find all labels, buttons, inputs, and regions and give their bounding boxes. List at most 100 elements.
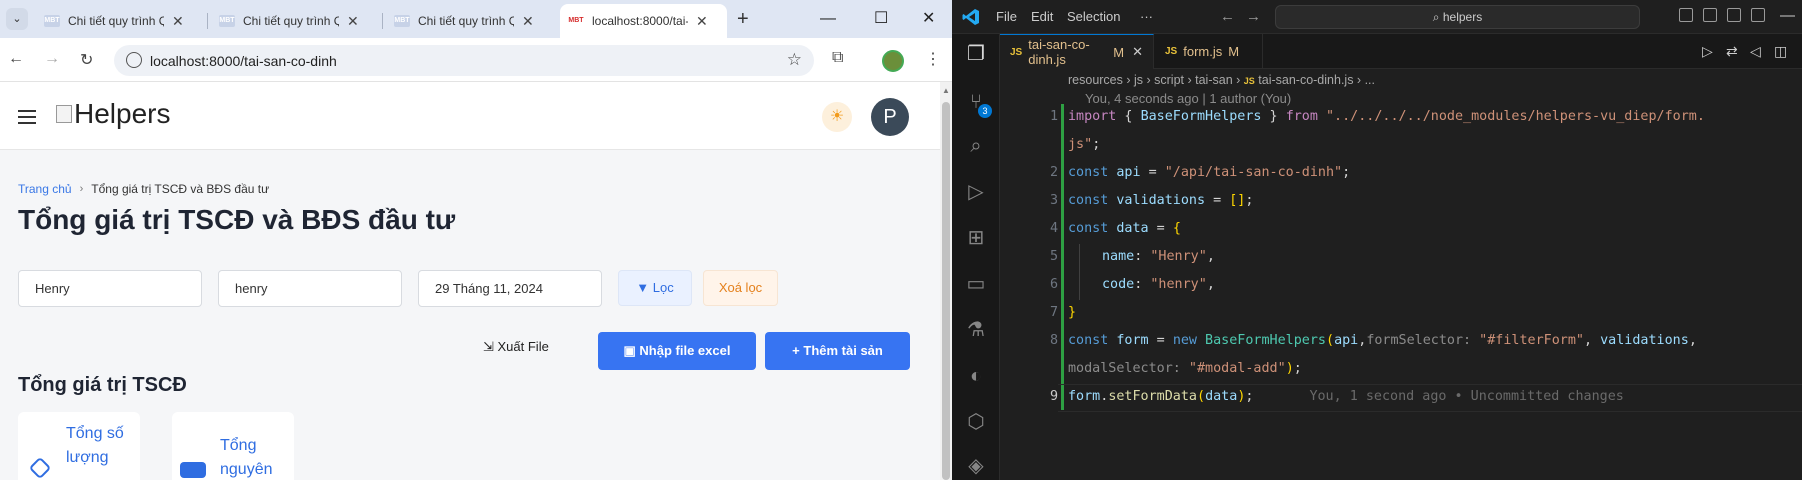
command-center-search[interactable]: ⌕ helpers (1275, 5, 1640, 29)
browser-window: ⌄ MBT Chi tiết quy trình Q ✕ MBT Chi tiế… (0, 0, 952, 480)
crumb-folder[interactable]: script (1154, 73, 1184, 87)
code-editor[interactable]: 1 2 3 4 5 6 7 8 9 import { BaseFormHelpe… (1000, 104, 1802, 480)
theme-toggle-sun-icon[interactable]: ☀ (822, 102, 852, 132)
cube-extension-icon[interactable]: ⬡ (964, 410, 988, 434)
close-tab-icon[interactable]: ✕ (347, 13, 359, 30)
mbt-favicon-icon: MBT (394, 15, 410, 27)
code-line-4[interactable]: const data = { (1068, 221, 1181, 236)
browser-tab[interactable]: MBT Chi tiết quy trình Q ✕ (36, 4, 192, 38)
new-tab-plus-icon[interactable]: + (737, 8, 749, 30)
line-number: 6 (1049, 277, 1058, 292)
filter-button[interactable]: ▼ Lọc (618, 270, 692, 306)
close-tab-icon[interactable]: ✕ (1132, 44, 1143, 60)
code-line-7[interactable]: } (1068, 305, 1076, 320)
close-tab-icon[interactable]: ✕ (522, 13, 534, 30)
site-info-icon[interactable] (126, 52, 142, 68)
js-file-icon: JS (1010, 46, 1023, 58)
date-filter-input[interactable]: 29 Tháng 11, 2024 (418, 270, 602, 307)
browser-tab[interactable]: MBT Chi tiết quy trình Q ✕ (386, 4, 542, 38)
activity-bar: ❐ ⑂ 3 ⌕ ▷ ⊞ ▭ ⚗ ◐ ⬡ ◈ (952, 34, 1000, 480)
extensions-icon[interactable]: ⊞ (964, 226, 988, 250)
browser-tab-active[interactable]: MBT localhost:8000/tai-s ✕ (560, 4, 727, 38)
chevron-right-icon: › (79, 183, 84, 195)
run-debug-icon[interactable]: ▷ (964, 180, 988, 204)
crumb-symbol[interactable]: ... (1365, 73, 1375, 87)
crumb-folder[interactable]: tai-san (1195, 73, 1233, 87)
breadcrumb-current: Tổng giá trị TSCĐ và BĐS đầu tư (91, 182, 270, 196)
explorer-files-icon[interactable]: ❐ (964, 42, 988, 66)
nav-back-arrow-icon[interactable]: ← (1220, 8, 1235, 25)
code-line-9[interactable]: form.setFormData(data); You, 1 second ago… (1068, 389, 1624, 404)
code-line-2[interactable]: const api = "/api/tai-san-co-dinh"; (1068, 165, 1350, 180)
nav-forward-arrow-icon[interactable]: → (1246, 8, 1261, 25)
open-changes-icon[interactable]: ◁ (1750, 43, 1761, 60)
minimize-icon[interactable]: — (820, 8, 836, 30)
hamburger-menu-icon[interactable] (18, 110, 36, 124)
breadcrumb-home-link[interactable]: Trang chủ (18, 182, 72, 196)
git-change-indicator[interactable] (1061, 104, 1064, 410)
menu-more[interactable]: ··· (1140, 9, 1153, 24)
code-line-3[interactable]: const validations = []; (1068, 193, 1253, 208)
menu-file[interactable]: File (996, 9, 1017, 24)
toggle-secondary-sidebar-icon[interactable] (1727, 8, 1741, 22)
editor-tab[interactable]: JS form.js M (1155, 34, 1263, 69)
code-line-8[interactable]: const form = new BaseFormHelpers(api,for… (1068, 333, 1697, 348)
tab-search-chevron-icon[interactable]: ⌄ (6, 8, 28, 30)
user-avatar[interactable]: P (871, 98, 909, 136)
export-file-button[interactable]: ⇲ Xuất File (483, 328, 549, 366)
js-file-icon: JS (1243, 76, 1255, 86)
menu-selection[interactable]: Selection (1067, 9, 1120, 24)
toggle-primary-sidebar-icon[interactable] (1679, 8, 1693, 22)
clear-filter-button[interactable]: Xoá lọc (703, 270, 778, 306)
close-tab-icon[interactable]: ✕ (696, 13, 708, 30)
testing-flask-icon[interactable]: ⚗ (964, 318, 988, 342)
maximize-icon[interactable]: ☐ (874, 8, 888, 30)
add-asset-button[interactable]: + Thêm tài sản (765, 332, 910, 370)
code-line-1-wrap[interactable]: js"; (1068, 137, 1100, 152)
url-text[interactable]: localhost:8000/tai-san-co-dinh (150, 53, 337, 69)
code-line-1[interactable]: import { BaseFormHelpers } from "../../.… (1068, 109, 1705, 124)
bookmark-star-icon[interactable]: ☆ (787, 50, 802, 70)
back-arrow-icon[interactable]: ← (8, 50, 24, 68)
app-logo[interactable]: Helpers (56, 98, 170, 130)
profile-avatar[interactable] (882, 50, 904, 72)
remote-explorer-icon[interactable]: ▭ (964, 272, 988, 296)
code-line-5[interactable]: name: "Henry", (1102, 249, 1215, 264)
run-file-icon[interactable]: ▷ (1702, 43, 1713, 60)
name-filter-input[interactable]: Henry (18, 270, 202, 307)
menu-edit[interactable]: Edit (1031, 9, 1053, 24)
extensions-puzzle-icon[interactable]: ⧉ (832, 49, 843, 67)
gitlens-icon[interactable]: ◐ (964, 364, 988, 388)
code-line-8-wrap[interactable]: modalSelector: "#modal-add"); (1068, 361, 1302, 376)
browser-tab[interactable]: MBT Chi tiết quy trình Q ✕ (211, 4, 367, 38)
scroll-up-arrow-icon[interactable]: ▲ (942, 86, 950, 95)
toggle-panel-icon[interactable] (1703, 8, 1717, 22)
address-bar[interactable]: localhost:8000/tai-san-co-dinh ☆ (114, 45, 814, 76)
customize-layout-icon[interactable] (1751, 8, 1765, 22)
scrollbar-thumb[interactable] (942, 102, 950, 480)
tab-title: Chi tiết quy trình Q (243, 14, 339, 28)
more-activity-icon[interactable]: ◈ (964, 454, 988, 478)
line-number: 8 (1049, 333, 1058, 348)
close-tab-icon[interactable]: ✕ (172, 13, 184, 30)
search-icon[interactable]: ⌕ (964, 134, 988, 158)
export-button-label: Xuất File (497, 339, 549, 354)
crumb-folder[interactable]: js (1134, 73, 1143, 87)
code-filter-input[interactable]: henry (218, 270, 402, 307)
browser-menu-kebab-icon[interactable]: ⋮ (925, 49, 941, 69)
minimize-icon[interactable]: — (1780, 7, 1795, 24)
editor-tab-active[interactable]: JS tai-san-co-dinh.js M ✕ (1000, 34, 1154, 69)
line-number: 3 (1049, 193, 1058, 208)
crumb-file[interactable]: tai-san-co-dinh.js (1258, 73, 1353, 87)
compare-changes-icon[interactable]: ⇄ (1726, 43, 1738, 60)
reload-icon[interactable]: ↻ (80, 50, 93, 70)
code-line-6[interactable]: code: "henry", (1102, 277, 1215, 292)
crumb-folder[interactable]: resources (1068, 73, 1123, 87)
split-editor-icon[interactable]: ◫ (1774, 43, 1787, 60)
page-scrollbar[interactable]: ▲ (940, 82, 952, 480)
forward-arrow-icon[interactable]: → (44, 50, 60, 68)
editor-tab-name: tai-san-co-dinh.js (1028, 37, 1090, 67)
tab-title: Chi tiết quy trình Q (68, 14, 164, 28)
import-excel-button[interactable]: ▣ Nhập file excel (598, 332, 756, 370)
close-window-icon[interactable]: ✕ (922, 8, 935, 30)
